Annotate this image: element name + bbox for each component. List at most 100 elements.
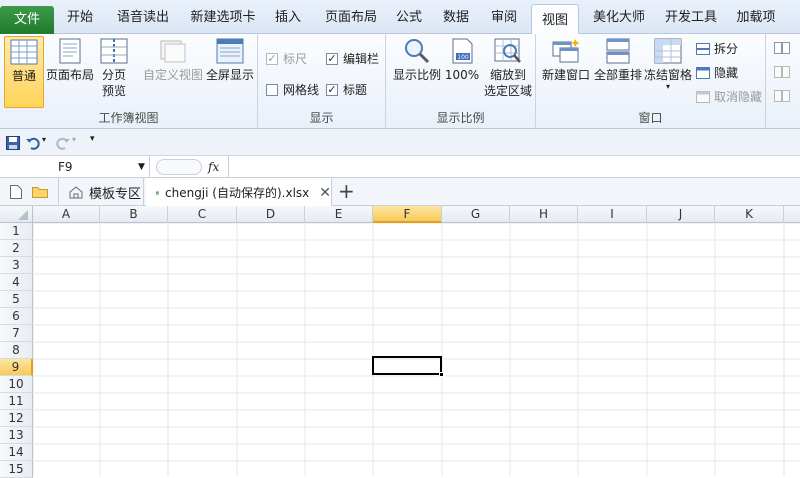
page-layout-icon <box>59 38 81 64</box>
ruler-checkbox[interactable]: ✓ 标尺 <box>266 50 307 67</box>
row-header-15[interactable]: 15 <box>0 461 33 478</box>
arrange-all-icon <box>606 38 630 64</box>
new-window-button[interactable]: 新建窗口 <box>540 36 592 83</box>
formula-input[interactable] <box>228 156 800 178</box>
tab-review[interactable]: 审阅 <box>484 0 524 34</box>
chevron-down-icon[interactable]: ▼ <box>138 156 145 178</box>
new-window-icon <box>552 39 580 63</box>
tab-workbook-file[interactable]: X chengji (自动保存的).xlsx ✕ <box>146 178 332 207</box>
quick-access-toolbar: ▾ ▾ ▾ <box>0 129 800 156</box>
row-header-2[interactable]: 2 <box>0 240 33 257</box>
row-header-10[interactable]: 10 <box>0 376 33 393</box>
redo-dropdown-icon[interactable]: ▾ <box>72 135 76 144</box>
zoom-100-button[interactable]: 100 100% <box>444 36 480 83</box>
column-header-b[interactable]: B <box>100 206 168 223</box>
save-icon[interactable] <box>6 136 20 150</box>
normal-view-icon <box>10 39 38 65</box>
tab-home[interactable]: 开始 <box>58 0 102 34</box>
row-header-11[interactable]: 11 <box>0 393 33 410</box>
tab-formulas[interactable]: 公式 <box>390 0 428 34</box>
row-header-9[interactable]: 9 <box>0 359 33 376</box>
arrange-all-button[interactable]: 全部重排 <box>594 36 642 83</box>
row-header-14[interactable]: 14 <box>0 444 33 461</box>
undo-icon[interactable] <box>26 136 40 150</box>
workbook-tab-label: chengji (自动保存的).xlsx <box>165 186 310 200</box>
row-header-5[interactable]: 5 <box>0 291 33 308</box>
row-header-1[interactable]: 1 <box>0 223 33 240</box>
page-layout-view-button[interactable]: 页面布局 <box>46 36 94 83</box>
zoom-to-selection-button[interactable]: 缩放到 选定区域 <box>482 36 534 99</box>
column-header-a[interactable]: A <box>33 206 100 223</box>
new-file-icon[interactable] <box>10 185 22 199</box>
new-tab-plus-icon[interactable]: + <box>338 179 355 203</box>
column-header-h[interactable]: H <box>510 206 578 223</box>
normal-view-label: 普通 <box>11 69 36 83</box>
full-screen-label: 全屏显示 <box>205 68 254 82</box>
name-box-value: F9 <box>58 160 73 174</box>
active-cell-f9[interactable] <box>372 356 442 375</box>
page-break-preview-button[interactable]: 分页 预览 <box>96 36 132 99</box>
tab-page-layout[interactable]: 页面布局 <box>318 0 384 34</box>
normal-view-button[interactable]: 普通 <box>4 36 44 108</box>
row-header-6[interactable]: 6 <box>0 308 33 325</box>
close-tab-icon[interactable]: ✕ <box>319 185 331 201</box>
magnifier-icon <box>405 39 430 64</box>
column-header-k[interactable]: K <box>715 206 784 223</box>
custom-views-button[interactable]: 自定义视图 <box>142 36 204 83</box>
hide-button[interactable]: 隐藏 <box>696 64 738 81</box>
full-screen-button[interactable]: 全屏显示 <box>204 36 256 83</box>
row-header-3[interactable]: 3 <box>0 257 33 274</box>
tab-view[interactable]: 视图 <box>531 4 579 35</box>
column-header-g[interactable]: G <box>442 206 510 223</box>
split-button[interactable]: 拆分 <box>696 40 738 57</box>
tab-beautify[interactable]: 美化大师 <box>586 0 652 34</box>
formula-bar-checkbox[interactable]: ✓ 编辑栏 <box>326 50 379 67</box>
formula-bar: F9 ▼ fx <box>0 156 800 178</box>
row-header-4[interactable]: 4 <box>0 274 33 291</box>
tab-developer[interactable]: 开发工具 <box>658 0 724 34</box>
redo-icon[interactable] <box>56 136 70 150</box>
freeze-panes-button[interactable]: 冻结窗格 ▾ <box>642 36 694 91</box>
unhide-button[interactable]: 取消隐藏 <box>696 88 762 105</box>
tab-addins[interactable]: 加载项 <box>730 0 782 34</box>
column-header-j[interactable]: J <box>647 206 715 223</box>
freeze-panes-icon <box>654 38 682 64</box>
headings-checkbox[interactable]: ✓ 标题 <box>326 81 367 98</box>
page-break-label-2: 预览 <box>101 84 126 98</box>
folder-icon[interactable] <box>32 186 48 198</box>
insert-function-button[interactable]: fx <box>208 156 228 178</box>
arrange-all-label: 全部重排 <box>594 68 643 82</box>
full-screen-icon <box>216 38 244 64</box>
formula-bar-resize-handle[interactable] <box>156 159 202 175</box>
spreadsheet-grid[interactable]: ABCDEFGHIJK 1 2 3 4 5 6 7 8 9 10 11 12 13 14 15 <box>0 206 800 478</box>
zoom-100-icon: 100 <box>452 38 473 64</box>
select-all-corner[interactable] <box>0 206 33 223</box>
undo-dropdown-icon[interactable]: ▾ <box>42 135 46 144</box>
customize-qat-icon[interactable]: ▾ <box>90 134 95 144</box>
name-box[interactable]: F9 ▼ <box>0 156 150 178</box>
zoom-selection-label-1: 缩放到 <box>489 68 526 82</box>
row-header-13[interactable]: 13 <box>0 427 33 444</box>
row-header-8[interactable]: 8 <box>0 342 33 359</box>
fill-handle[interactable] <box>439 372 444 377</box>
file-tab[interactable]: 文件 <box>0 6 54 34</box>
tab-new-tab[interactable]: 新建选项卡 <box>182 0 264 34</box>
gridlines-checkbox[interactable]: 网格线 <box>266 81 319 98</box>
formula-bar-label: 编辑栏 <box>343 52 380 66</box>
unhide-window-icon <box>696 90 710 103</box>
column-header-d[interactable]: D <box>237 206 305 223</box>
column-header-e[interactable]: E <box>305 206 373 223</box>
tab-insert[interactable]: 插入 <box>268 0 308 34</box>
tab-template-zone[interactable]: 模板专区 <box>58 178 144 206</box>
row-header-12[interactable]: 12 <box>0 410 33 427</box>
group-workbook-views: 普通 页面布局 分页 预览 自定义视图 全屏显示 工作簿视图 <box>0 34 258 129</box>
tab-data[interactable]: 数据 <box>436 0 476 34</box>
row-header-7[interactable]: 7 <box>0 325 33 342</box>
column-header-c[interactable]: C <box>168 206 237 223</box>
zoom-label: 显示比例 <box>392 68 441 82</box>
tab-speech[interactable]: 语音读出 <box>110 0 176 34</box>
page-break-icon <box>100 38 128 64</box>
column-header-i[interactable]: I <box>578 206 647 223</box>
zoom-button[interactable]: 显示比例 <box>392 36 442 83</box>
column-header-f[interactable]: F <box>373 206 442 223</box>
